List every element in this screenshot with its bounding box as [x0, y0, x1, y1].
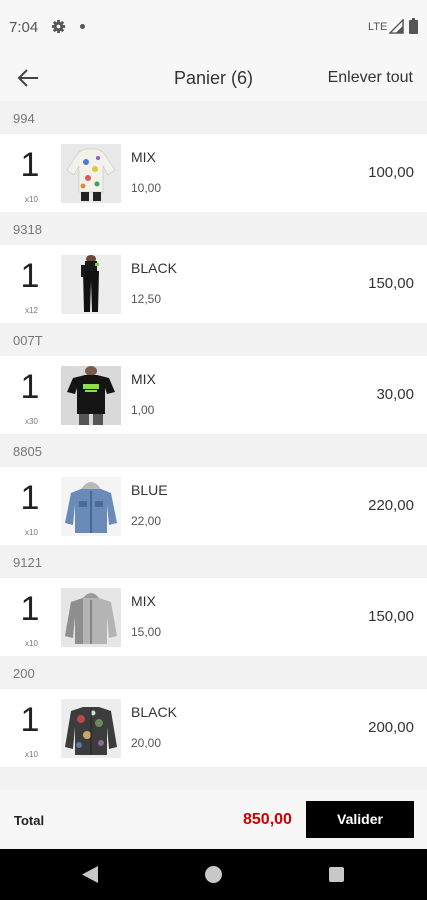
product-ref-header: 007T: [0, 323, 427, 356]
product-image[interactable]: [61, 477, 121, 536]
line-total: 220,00: [368, 497, 414, 514]
notification-dot-icon: [80, 24, 85, 29]
quantity[interactable]: 1: [10, 146, 50, 185]
unit-price: 20,00: [131, 736, 162, 750]
unit-price: 15,00: [131, 625, 162, 639]
product-color: BLACK: [131, 704, 177, 720]
line-total: 100,00: [368, 164, 414, 181]
cart-row[interactable]: 1 x10 BLACK 20,00 200,00: [0, 689, 427, 767]
status-bar: 7:04 LTE: [0, 0, 427, 55]
network-type: LTE: [368, 21, 388, 33]
line-total: 200,00: [368, 719, 414, 736]
cart-row[interactable]: 1 x10 MIX 10,00 100,00: [0, 134, 427, 212]
cart-row[interactable]: 1 x30 MIX 1,00 30,00: [0, 356, 427, 434]
pack-size: x10: [25, 750, 38, 759]
quantity[interactable]: 1: [10, 257, 50, 296]
product-ref-header: 994: [0, 101, 427, 134]
quantity[interactable]: 1: [10, 368, 50, 407]
product-image[interactable]: [61, 588, 121, 647]
pack-size: x12: [25, 306, 38, 315]
product-image[interactable]: [61, 366, 121, 425]
quantity[interactable]: 1: [10, 590, 50, 629]
nav-home-icon[interactable]: [205, 866, 222, 883]
pack-size: x10: [25, 639, 38, 648]
product-color: MIX: [131, 371, 156, 387]
cart-row[interactable]: 1 x12 BLACK 12,50 150,00: [0, 245, 427, 323]
product-color: MIX: [131, 593, 156, 609]
product-color: BLACK: [131, 260, 177, 276]
product-ref-header: 9121: [0, 545, 427, 578]
line-total: 30,00: [376, 386, 414, 403]
pack-size: x10: [25, 528, 38, 537]
system-nav-bar: [0, 849, 427, 900]
clear-all-button[interactable]: Enlever tout: [328, 69, 413, 87]
cart-row[interactable]: 1 x10 MIX 15,00 150,00: [0, 578, 427, 656]
nav-recents-icon[interactable]: [329, 867, 344, 882]
unit-price: 10,00: [131, 181, 162, 195]
status-time: 7:04: [9, 19, 39, 36]
battery-icon: [409, 18, 418, 34]
total-value: 850,00: [243, 811, 292, 828]
line-total: 150,00: [368, 275, 414, 292]
validate-button[interactable]: Valider: [306, 801, 414, 838]
product-ref-header: 8805: [0, 434, 427, 467]
unit-price: 22,00: [131, 514, 162, 528]
app-header: Panier (6) Enlever tout: [0, 55, 427, 101]
quantity[interactable]: 1: [10, 701, 50, 740]
product-ref-header: 9318: [0, 212, 427, 245]
gear-icon: [51, 19, 66, 34]
line-total: 150,00: [368, 608, 414, 625]
signal-icon: [389, 19, 404, 34]
product-color: MIX: [131, 149, 156, 165]
nav-back-icon[interactable]: [81, 865, 99, 884]
cart-list: 994 1 x10 MIX 10,00 100,00 9318 1 x12 BL…: [0, 101, 427, 767]
quantity[interactable]: 1: [10, 479, 50, 518]
cart-footer: Total 850,00 Valider: [0, 790, 427, 849]
pack-size: x10: [25, 195, 38, 204]
product-image[interactable]: [61, 144, 121, 203]
total-label: Total: [14, 813, 45, 828]
product-color: BLUE: [131, 482, 168, 498]
product-image[interactable]: [61, 699, 121, 758]
product-ref-header: 200: [0, 656, 427, 689]
pack-size: x30: [25, 417, 38, 426]
product-image[interactable]: [61, 255, 121, 314]
unit-price: 1,00: [131, 403, 155, 417]
unit-price: 12,50: [131, 292, 162, 306]
cart-row[interactable]: 1 x10 BLUE 22,00 220,00: [0, 467, 427, 545]
